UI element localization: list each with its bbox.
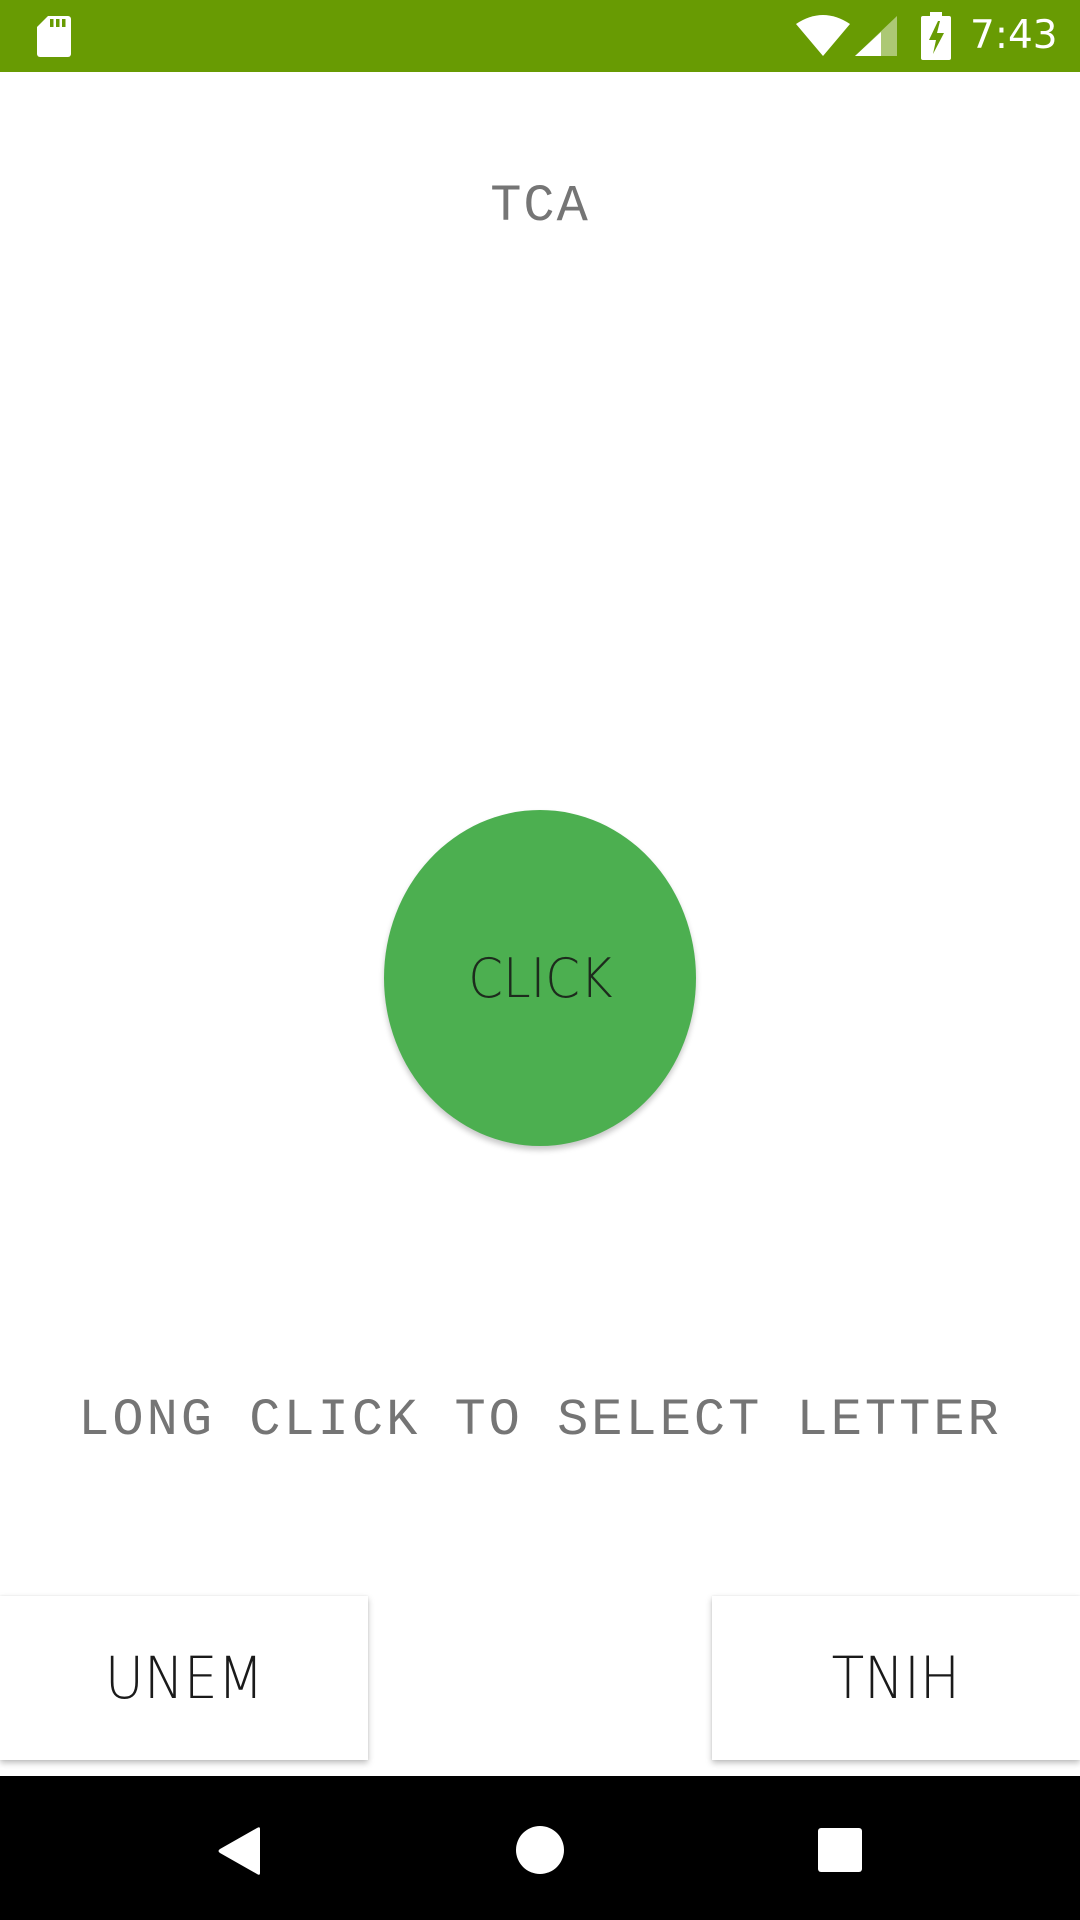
wifi-icon bbox=[796, 15, 850, 56]
home-icon[interactable] bbox=[516, 1826, 564, 1874]
status-bar: 7:43 bbox=[0, 0, 1080, 72]
recents-icon[interactable] bbox=[818, 1828, 862, 1872]
cell-signal-icon bbox=[855, 16, 897, 56]
hint-button-label: TNIH bbox=[831, 1644, 961, 1712]
back-icon[interactable] bbox=[216, 1826, 262, 1876]
hint-text: LONG CLICK TO SELECT LETTER bbox=[78, 1391, 1002, 1450]
sd-card-icon bbox=[37, 16, 71, 57]
menu-button[interactable]: UNEM bbox=[0, 1596, 368, 1760]
battery-charging-icon bbox=[921, 12, 951, 60]
title-text: TCA bbox=[490, 177, 590, 236]
click-button-label: CLICK bbox=[467, 946, 613, 1010]
hint-button[interactable]: TNIH bbox=[712, 1596, 1080, 1760]
click-button[interactable]: CLICK bbox=[384, 810, 696, 1146]
status-time: 7:43 bbox=[970, 13, 1058, 58]
menu-button-label: UNEM bbox=[104, 1644, 264, 1712]
